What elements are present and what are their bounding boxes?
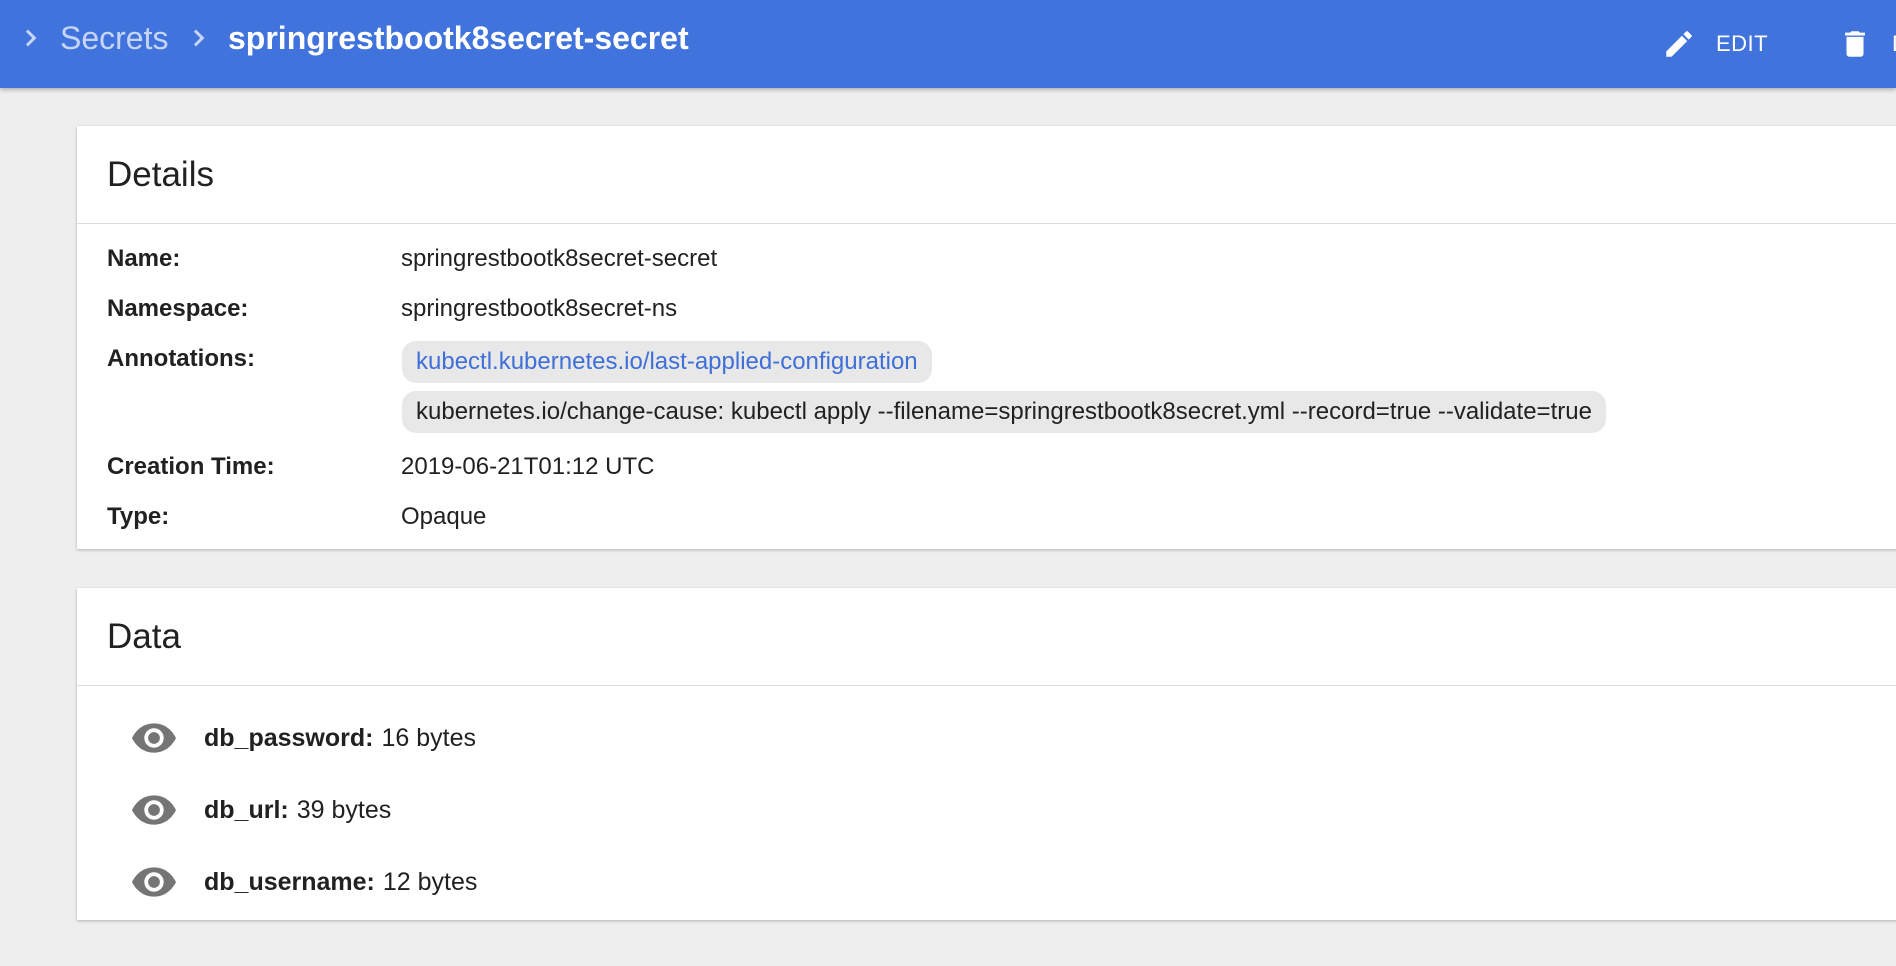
data-key: db_password: bbox=[204, 723, 374, 752]
details-title: Details bbox=[77, 126, 1896, 224]
data-size: 12 bytes bbox=[382, 867, 478, 896]
namespace-label: Namespace: bbox=[107, 295, 249, 322]
data-item: db_password: 16 bytes bbox=[132, 718, 476, 758]
eye-icon[interactable] bbox=[132, 723, 176, 753]
eye-icon[interactable] bbox=[132, 867, 176, 897]
creation-time-label: Creation Time: bbox=[107, 453, 275, 480]
chevron-right-icon bbox=[187, 29, 205, 47]
toolbar: Secrets springrestbootk8secret-secret ED… bbox=[0, 0, 1896, 88]
edit-button[interactable]: EDIT bbox=[1662, 16, 1768, 72]
data-title: Data bbox=[77, 588, 1896, 686]
eye-icon[interactable] bbox=[132, 795, 176, 825]
chevron-right-icon bbox=[19, 29, 37, 47]
trash-icon bbox=[1845, 31, 1865, 57]
data-item: db_username: 12 bytes bbox=[132, 862, 477, 902]
pencil-icon bbox=[1666, 31, 1692, 57]
annotations-label: Annotations: bbox=[107, 345, 255, 372]
edit-label: EDIT bbox=[1716, 31, 1769, 56]
page-title: springrestbootk8secret-secret bbox=[228, 20, 689, 56]
data-card: Data db_password: 16 bytes db_url: 39 by… bbox=[77, 588, 1896, 920]
data-key: db_username: bbox=[204, 867, 375, 896]
data-item: db_url: 39 bytes bbox=[132, 790, 391, 830]
namespace-value: springrestbootk8secret-ns bbox=[401, 295, 678, 322]
annotation-change-cause-chip: kubernetes.io/change-cause: kubectl appl… bbox=[402, 391, 1606, 433]
data-size: 16 bytes bbox=[381, 723, 476, 752]
name-label: Name: bbox=[107, 245, 181, 272]
name-value: springrestbootk8secret-secret bbox=[401, 245, 718, 272]
delete-button[interactable]: D bbox=[1838, 16, 1896, 72]
annotation-last-applied-chip[interactable]: kubectl.kubernetes.io/last-applied-confi… bbox=[402, 341, 932, 383]
data-key: db_url: bbox=[204, 795, 289, 824]
details-card: Details Name: springrestbootk8secret-sec… bbox=[77, 126, 1896, 549]
breadcrumb-secrets-link[interactable]: Secrets bbox=[60, 18, 168, 58]
type-value: Opaque bbox=[401, 503, 487, 530]
type-label: Type: bbox=[107, 503, 170, 530]
delete-label: D bbox=[1892, 31, 1896, 57]
creation-time-value: 2019-06-21T01:12 UTC bbox=[401, 453, 655, 480]
data-size: 39 bytes bbox=[296, 795, 392, 824]
